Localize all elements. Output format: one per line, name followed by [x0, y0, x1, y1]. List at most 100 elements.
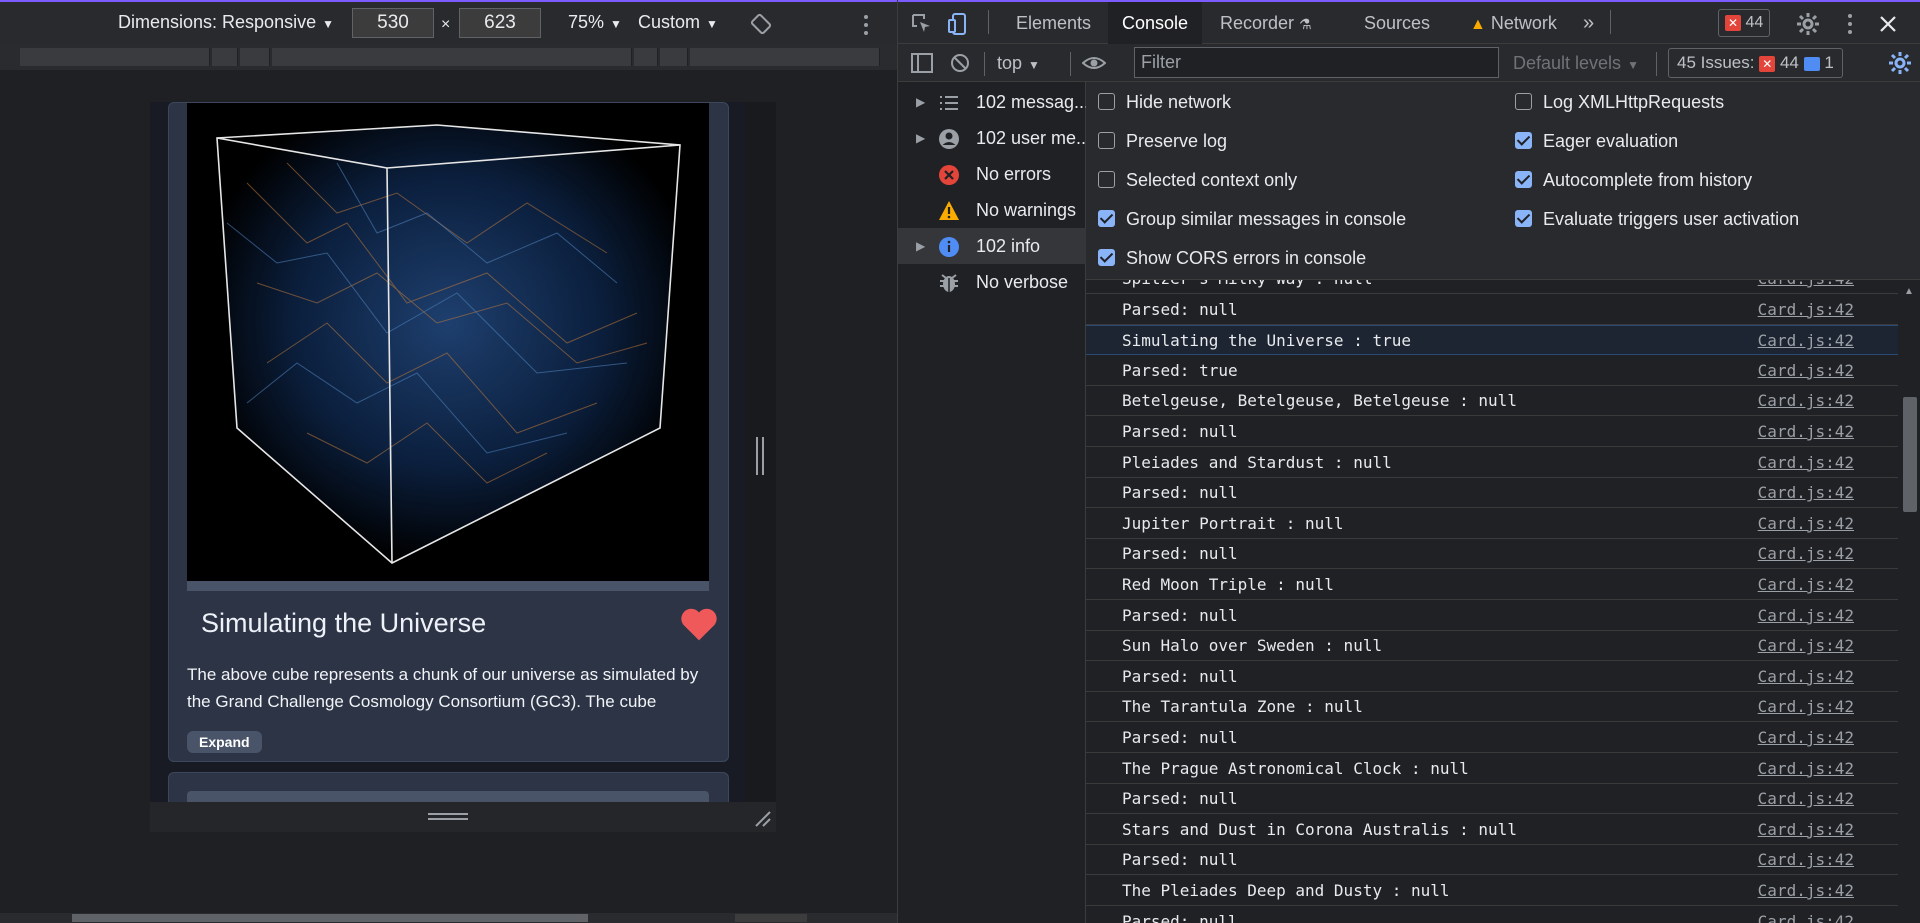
- checkbox-checked[interactable]: [1515, 171, 1532, 188]
- console-message-row[interactable]: The Pleiades Deep and Dusty : null Card.j…: [1086, 876, 1898, 906]
- console-message-row[interactable]: Parsed: null Card.js:42: [1086, 907, 1898, 923]
- clear-console-icon[interactable]: [948, 51, 972, 75]
- source-link[interactable]: Card.js:42: [1758, 478, 1854, 508]
- dimensions-dropdown[interactable]: Dimensions: Responsive ▼: [118, 12, 334, 33]
- width-input[interactable]: 530: [352, 8, 434, 38]
- sidebar-item-info[interactable]: ▶ 102 info: [898, 228, 1086, 264]
- horizontal-scrollbar[interactable]: [0, 913, 897, 923]
- source-link[interactable]: Card.js:42: [1758, 326, 1854, 356]
- source-link[interactable]: Card.js:42: [1758, 539, 1854, 569]
- tab-sources[interactable]: Sources: [1352, 2, 1442, 44]
- eye-icon[interactable]: [1082, 51, 1106, 75]
- source-link[interactable]: Card.js:42: [1758, 356, 1854, 386]
- rotate-icon[interactable]: [750, 13, 772, 35]
- error-count: 44: [1745, 14, 1764, 31]
- console-message-row[interactable]: Parsed: null Card.js:42: [1086, 784, 1898, 815]
- console-message-row[interactable]: Parsed: null Card.js:42: [1086, 295, 1898, 325]
- source-link[interactable]: Card.js:42: [1758, 815, 1854, 845]
- source-link[interactable]: Card.js:42: [1758, 907, 1854, 923]
- device-toggle-icon[interactable]: [948, 12, 972, 36]
- console-message-row[interactable]: Parsed: null Card.js:42: [1086, 601, 1898, 631]
- filter-input[interactable]: Filter: [1134, 47, 1499, 78]
- console-message-row[interactable]: Sun Halo over Sweden : null Card.js:42: [1086, 631, 1898, 662]
- customize-menu-icon[interactable]: [1838, 12, 1862, 36]
- checkbox[interactable]: [1515, 93, 1532, 110]
- console-message-row[interactable]: Simulating the Universe : true Card.js:42: [1086, 325, 1898, 356]
- error-count-badge[interactable]: ✕ 44: [1718, 9, 1771, 37]
- console-message-row[interactable]: The Prague Astronomical Clock : null Card…: [1086, 754, 1898, 784]
- tab-recorder[interactable]: Recorder ⚗: [1208, 2, 1324, 44]
- checkbox[interactable]: [1098, 132, 1115, 149]
- checkbox-checked[interactable]: [1098, 249, 1115, 266]
- more-tabs-icon[interactable]: »: [1583, 2, 1594, 44]
- console-message-row[interactable]: Parsed: true Card.js:42: [1086, 356, 1898, 386]
- checkbox-checked[interactable]: [1098, 210, 1115, 227]
- inspect-element-icon[interactable]: [910, 12, 934, 36]
- media-query-ruler[interactable]: [0, 44, 897, 70]
- scrollbar-thumb[interactable]: [72, 914, 588, 922]
- sidebar-item-user-messages[interactable]: ▶ 102 user me...: [898, 120, 1091, 156]
- source-link[interactable]: Card.js:42: [1758, 631, 1854, 661]
- sidebar-toggle-icon[interactable]: [910, 51, 934, 75]
- checkbox-checked[interactable]: [1515, 210, 1532, 227]
- gear-icon[interactable]: [1796, 12, 1820, 36]
- console-message-row[interactable]: Jupiter Portrait : null Card.js:42: [1086, 509, 1898, 539]
- console-message-row[interactable]: Parsed: null Card.js:42: [1086, 539, 1898, 570]
- console-message-row[interactable]: Parsed: null Card.js:42: [1086, 417, 1898, 447]
- console-message-row[interactable]: The Tarantula Zone : null Card.js:42: [1086, 692, 1898, 723]
- console-message-row[interactable]: Parsed: null Card.js:42: [1086, 662, 1898, 692]
- source-link[interactable]: Card.js:42: [1758, 692, 1854, 722]
- context-dropdown[interactable]: top ▼: [997, 44, 1040, 82]
- source-link[interactable]: Card.js:42: [1758, 754, 1854, 784]
- source-link[interactable]: Card.js:42: [1758, 509, 1854, 539]
- bottom-resize-handle[interactable]: [428, 813, 468, 820]
- checkbox[interactable]: [1098, 93, 1115, 110]
- zoom-dropdown[interactable]: 75% ▼: [568, 12, 622, 33]
- sidebar-item-verbose[interactable]: No verbose: [898, 264, 1086, 300]
- resize-corner-icon[interactable]: [752, 808, 772, 828]
- console-message-row[interactable]: Parsed: null Card.js:42: [1086, 723, 1898, 753]
- source-link[interactable]: Card.js:42: [1758, 280, 1854, 294]
- expand-button[interactable]: Expand: [187, 731, 262, 753]
- scrollbar-thumb[interactable]: [1903, 397, 1917, 512]
- side-resize-handle[interactable]: [756, 437, 764, 475]
- console-message-row[interactable]: Betelgeuse, Betelgeuse, Betelgeuse : nul…: [1086, 386, 1898, 417]
- source-link[interactable]: Card.js:42: [1758, 295, 1854, 325]
- source-link[interactable]: Card.js:42: [1758, 845, 1854, 875]
- checkbox[interactable]: [1098, 171, 1115, 188]
- console-message-row[interactable]: Spitzer's Milky Way : null Card.js:42: [1086, 280, 1898, 294]
- dimensions-label: Dimensions: Responsive: [118, 12, 317, 32]
- sidebar-item-messages[interactable]: ▶ 102 messag...: [898, 84, 1089, 120]
- console-message-row[interactable]: Parsed: null Card.js:42: [1086, 478, 1898, 509]
- tab-console[interactable]: Console: [1108, 2, 1203, 44]
- throttle-dropdown[interactable]: Custom ▼: [638, 12, 718, 33]
- source-link[interactable]: Card.js:42: [1758, 723, 1854, 753]
- log-levels-dropdown[interactable]: Default levels ▼: [1513, 44, 1639, 82]
- close-icon[interactable]: [1876, 12, 1900, 36]
- console-message-row[interactable]: Stars and Dust in Corona Australis : nul…: [1086, 815, 1898, 845]
- checkbox-checked[interactable]: [1515, 132, 1532, 149]
- source-link[interactable]: Card.js:42: [1758, 876, 1854, 906]
- console-message-row[interactable]: Pleiades and Stardust : null Card.js:42: [1086, 448, 1898, 478]
- source-link[interactable]: Card.js:42: [1758, 417, 1854, 447]
- sidebar-item-warnings[interactable]: No warnings: [898, 192, 1086, 228]
- source-link[interactable]: Card.js:42: [1758, 386, 1854, 416]
- source-link[interactable]: Card.js:42: [1758, 662, 1854, 692]
- tab-elements[interactable]: Elements: [1004, 2, 1103, 44]
- tab-network[interactable]: ▲ Network: [1458, 2, 1569, 44]
- sidebar-item-errors[interactable]: No errors: [898, 156, 1086, 192]
- height-input[interactable]: 623: [459, 8, 541, 38]
- heart-icon[interactable]: [679, 606, 719, 642]
- source-link[interactable]: Card.js:42: [1758, 448, 1854, 478]
- source-link[interactable]: Card.js:42: [1758, 784, 1854, 814]
- source-link[interactable]: Card.js:42: [1758, 601, 1854, 631]
- issues-button[interactable]: 45 Issues: ✕ 44 1: [1668, 48, 1843, 78]
- more-options-icon[interactable]: [858, 14, 874, 36]
- console-settings-gear-icon[interactable]: [1888, 51, 1912, 75]
- scroll-up-arrow-icon[interactable]: ▲: [1904, 286, 1914, 297]
- universe-cube-image[interactable]: [187, 103, 709, 581]
- console-message-row[interactable]: Red Moon Triple : null Card.js:42: [1086, 570, 1898, 600]
- source-link[interactable]: Card.js:42: [1758, 570, 1854, 600]
- console-scrollbar[interactable]: ▲: [1898, 280, 1920, 923]
- console-message-row[interactable]: Parsed: null Card.js:42: [1086, 845, 1898, 876]
